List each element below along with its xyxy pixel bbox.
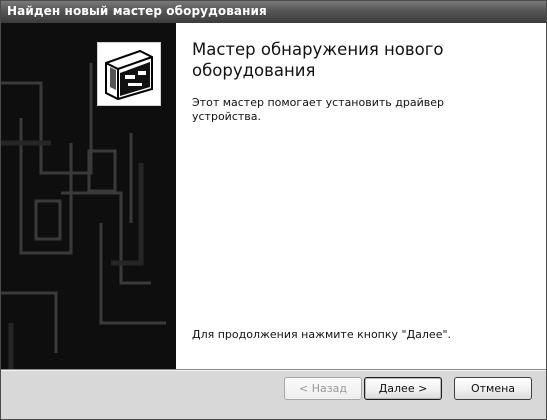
- title-bar[interactable]: Найден новый мастер оборудования: [1, 1, 546, 23]
- next-button[interactable]: Далее >: [364, 377, 442, 400]
- hardware-wizard-window: Найден новый мастер оборудования Мастер …: [0, 0, 547, 420]
- window-title: Найден новый мастер оборудования: [7, 4, 267, 18]
- hardware-wizard-icon: [97, 42, 161, 106]
- wizard-side-panel: [1, 23, 176, 369]
- wizard-description: Этот мастер помогает установить драйвер …: [192, 96, 444, 123]
- back-button[interactable]: < Назад: [284, 377, 362, 400]
- wizard-heading: Мастер обнаружения нового оборудования: [192, 40, 444, 80]
- button-separator: [1, 369, 546, 371]
- cancel-button[interactable]: Отмена: [454, 377, 532, 400]
- wizard-content: Мастер обнаружения нового оборудования Э…: [1, 23, 546, 369]
- wizard-main-panel: Мастер обнаружения нового оборудования Э…: [176, 23, 546, 369]
- continue-hint: Для продолжения нажмите кнопку "Далее".: [192, 328, 452, 341]
